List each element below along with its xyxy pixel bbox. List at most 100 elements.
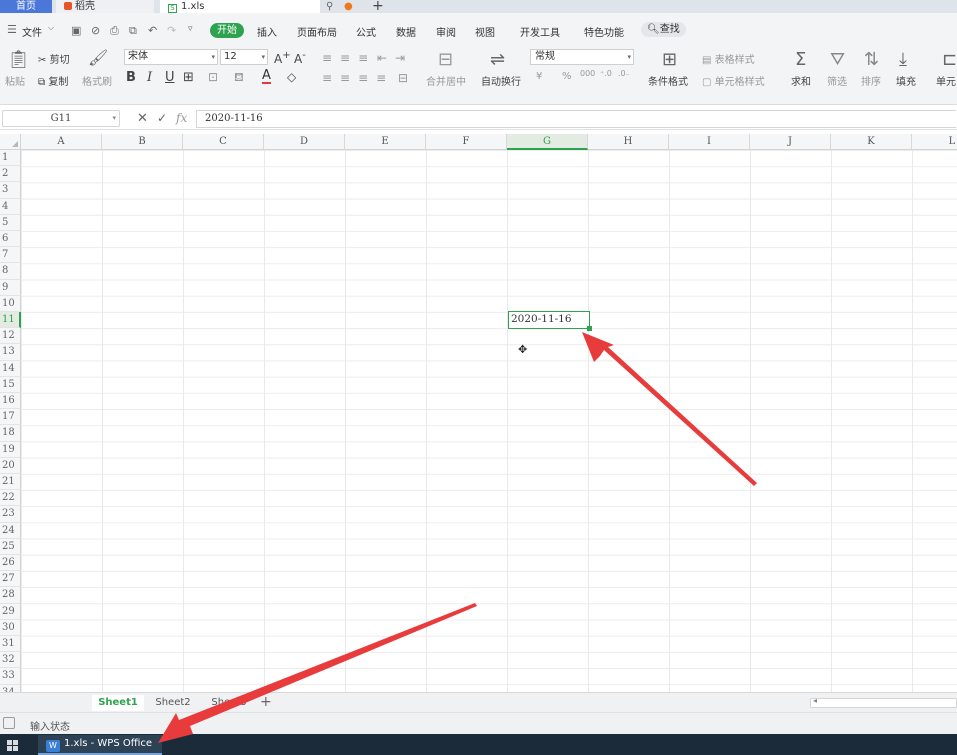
column-header-e[interactable]: E xyxy=(345,134,426,150)
sheet-tab-1[interactable]: Sheet1 xyxy=(92,695,144,711)
cell-icon[interactable]: ⊏ xyxy=(942,51,957,69)
column-header-h[interactable]: H xyxy=(588,134,669,150)
borders-icon[interactable]: ⊞ xyxy=(183,70,194,85)
cell-button[interactable]: 单元 xyxy=(936,73,956,88)
row-header-24[interactable]: 24 xyxy=(0,522,21,539)
row-header-33[interactable]: 33 xyxy=(0,668,21,685)
column-header-c[interactable]: C xyxy=(183,134,264,150)
macro-record-icon[interactable] xyxy=(3,717,15,729)
tab-home[interactable]: 首页 xyxy=(0,0,52,13)
preview-icon[interactable]: ⧉ xyxy=(129,24,137,38)
tab-file[interactable]: S 1.xls xyxy=(160,0,320,13)
row-header-32[interactable]: 32 xyxy=(0,652,21,669)
sheet-tab-2[interactable]: Sheet2 xyxy=(148,695,198,711)
menu-special-features[interactable]: 特色功能 xyxy=(584,24,624,39)
column-header-f[interactable]: F xyxy=(426,134,507,150)
save-icon[interactable]: ▣ xyxy=(71,24,81,37)
indent-icons[interactable]: ⇤⇥ xyxy=(377,51,413,65)
cell-style-button[interactable]: ▢ 单元格样式 xyxy=(702,73,765,88)
print-icon[interactable]: ⎙ xyxy=(110,24,119,38)
row-header-18[interactable]: 18 xyxy=(0,425,21,442)
increase-decimal-icon[interactable]: ⁺.0 xyxy=(600,69,612,78)
distributed-align-icon[interactable]: ⊟ xyxy=(398,71,408,85)
fill-button[interactable]: 填充 xyxy=(896,73,916,88)
cancel-edit-icon[interactable]: ✕ xyxy=(137,111,148,126)
menu-insert[interactable]: 插入 xyxy=(257,24,277,39)
row-header-12[interactable]: 12 xyxy=(0,328,21,345)
sheet-tab-3[interactable]: Sheet3 xyxy=(203,695,255,711)
cut-button[interactable]: ✂ 剪切 xyxy=(38,51,70,66)
row-header-28[interactable]: 28 xyxy=(0,587,21,604)
row-header-9[interactable]: 9 xyxy=(0,279,21,296)
add-sheet-icon[interactable]: + xyxy=(260,693,272,711)
font-size-select[interactable]: 12 ▾ xyxy=(220,49,268,65)
italic-button[interactable]: I xyxy=(147,70,152,85)
search-button[interactable]: 🔍︎查找 xyxy=(641,22,686,37)
menu-formulas[interactable]: 公式 xyxy=(356,24,376,39)
column-header-l[interactable]: L xyxy=(912,134,957,150)
increase-font-icon[interactable]: A+ xyxy=(274,50,291,66)
sigma-icon[interactable]: Σ xyxy=(795,51,806,69)
format-painter-button[interactable]: 格式刷 xyxy=(82,73,112,88)
horizontal-align-icons[interactable]: ≡≡≡≡ xyxy=(322,71,394,85)
pin-icon[interactable]: ⚲ xyxy=(326,0,333,13)
cell-fill-style-icon[interactable]: ⊡ xyxy=(208,70,218,84)
column-header-g[interactable]: G xyxy=(507,134,588,150)
column-header-d[interactable]: D xyxy=(264,134,345,150)
row-header-30[interactable]: 30 xyxy=(0,619,21,636)
row-header-19[interactable]: 19 xyxy=(0,441,21,458)
select-all-corner[interactable] xyxy=(0,134,21,150)
hamburger-icon[interactable]: ☰ xyxy=(7,23,17,36)
vertical-align-icons[interactable]: ≡≡≡ xyxy=(322,51,376,65)
chevron-down-icon[interactable]: ⌵ xyxy=(48,23,54,33)
row-header-29[interactable]: 29 xyxy=(0,603,21,620)
tab-daoke[interactable]: 稻壳 xyxy=(56,0,154,13)
currency-button[interactable]: ¥ xyxy=(536,71,542,82)
merge-center-button[interactable]: 合并居中 xyxy=(426,73,466,88)
font-name-select[interactable]: 宋体 ▾ xyxy=(124,49,218,65)
insert-function-button[interactable]: fx xyxy=(176,111,187,125)
paste-icon[interactable]: 📋︎ xyxy=(7,51,30,69)
row-header-3[interactable]: 3 xyxy=(0,182,21,199)
copy-button[interactable]: ⧉ 复制 xyxy=(38,73,68,88)
menu-page-layout[interactable]: 页面布局 xyxy=(297,24,337,39)
formula-input[interactable]: 2020-11-16 xyxy=(196,110,956,128)
export-icon[interactable]: ⊘ xyxy=(91,24,100,37)
row-header-23[interactable]: 23 xyxy=(0,506,21,523)
name-box[interactable]: G11 ▾ xyxy=(2,110,120,127)
row-header-8[interactable]: 8 xyxy=(0,263,21,280)
column-header-j[interactable]: J xyxy=(750,134,831,150)
row-header-26[interactable]: 26 xyxy=(0,555,21,572)
clear-format-icon[interactable]: ◇ xyxy=(287,70,296,84)
row-header-31[interactable]: 31 xyxy=(0,636,21,653)
number-format-select[interactable]: 常规 ▾ xyxy=(530,49,634,65)
row-header-16[interactable]: 16 xyxy=(0,393,21,410)
undo-icon[interactable]: ↶ xyxy=(148,24,157,37)
row-header-1[interactable]: 1 xyxy=(0,150,21,167)
taskbar-wps-item[interactable]: W 1.xls - WPS Office xyxy=(38,735,162,755)
menu-view[interactable]: 视图 xyxy=(475,24,495,39)
menu-developer[interactable]: 开发工具 xyxy=(520,24,560,39)
bold-button[interactable]: B xyxy=(126,70,136,85)
filter-button[interactable]: 筛选 xyxy=(827,73,847,88)
scroll-left-icon[interactable]: ◂ xyxy=(813,696,817,705)
decrease-decimal-icon[interactable]: .0₋ xyxy=(618,69,630,78)
thousands-button[interactable]: 000 xyxy=(580,69,595,78)
underline-button[interactable]: U xyxy=(165,70,175,85)
row-header-27[interactable]: 27 xyxy=(0,571,21,588)
redo-icon[interactable]: ↷ xyxy=(167,24,176,37)
decrease-font-icon[interactable]: A- xyxy=(294,50,306,66)
conditional-format-icon[interactable]: ⊞ xyxy=(662,51,677,69)
row-header-20[interactable]: 20 xyxy=(0,457,21,474)
table-style-button[interactable]: ▤ 表格样式 xyxy=(702,51,755,66)
customize-quick-access-icon[interactable]: ▿ xyxy=(188,24,193,34)
row-header-21[interactable]: 21 xyxy=(0,474,21,491)
row-header-13[interactable]: 13 xyxy=(0,344,21,361)
format-painter-icon[interactable]: 🖌︎ xyxy=(88,49,108,67)
column-header-a[interactable]: A xyxy=(21,134,102,150)
menu-file[interactable]: 文件 xyxy=(22,24,42,39)
row-header-4[interactable]: 4 xyxy=(0,198,21,215)
fill-handle[interactable] xyxy=(587,326,592,331)
column-header-k[interactable]: K xyxy=(831,134,912,150)
wrap-text-icon[interactable]: ⇌ xyxy=(490,51,505,69)
